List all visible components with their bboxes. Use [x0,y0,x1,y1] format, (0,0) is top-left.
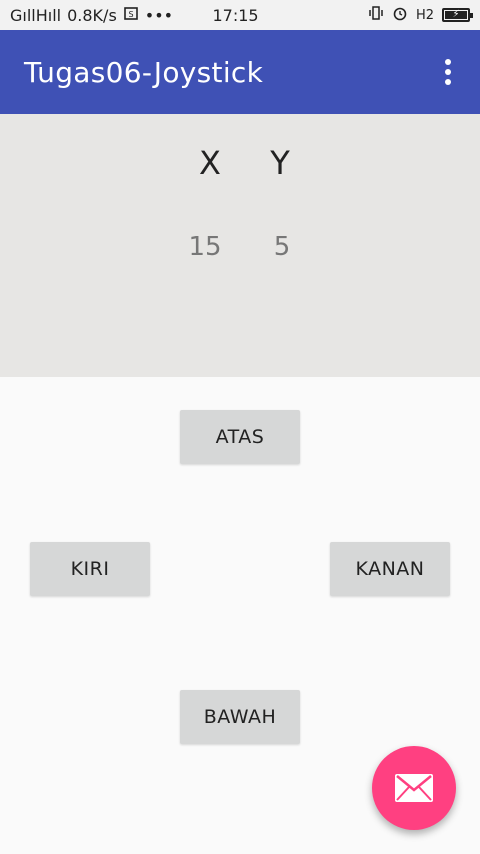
left-button[interactable]: KIRI [30,542,150,596]
status-bar: GıllHıll 0.8K/s S ••• 17:15 H2 ⚡ [0,0,480,30]
overflow-menu-icon[interactable] [436,52,460,92]
x-value: 15 [188,232,222,262]
app-title: Tugas06-Joystick [24,55,264,89]
clock: 17:15 [212,5,259,25]
email-fab[interactable] [372,746,456,830]
status-right: H2 ⚡ [368,5,473,25]
right-button[interactable]: KANAN [330,542,450,596]
app-bar: Tugas06-Joystick [0,30,480,114]
battery-icon: ⚡ [442,8,473,22]
down-button[interactable]: BAWAH [180,690,300,744]
vibrate-icon [368,5,384,25]
status-left: GıllHıll 0.8K/s S ••• [10,5,173,25]
network-speed: 0.8K/s [67,5,117,25]
signal-indicator: GıllHıll [10,5,62,25]
y-label: Y [270,144,290,182]
coordinate-panel: X Y 15 5 [0,114,480,377]
screenshot-icon: S [123,5,139,25]
envelope-icon [395,774,433,802]
alarm-icon [392,5,408,25]
y-value: 5 [273,232,291,262]
up-button[interactable]: ATAS [180,410,300,464]
svg-text:S: S [128,10,133,19]
x-label: X [199,144,221,182]
more-notifications-icon: ••• [144,5,174,25]
network-type: H2 [415,7,434,23]
